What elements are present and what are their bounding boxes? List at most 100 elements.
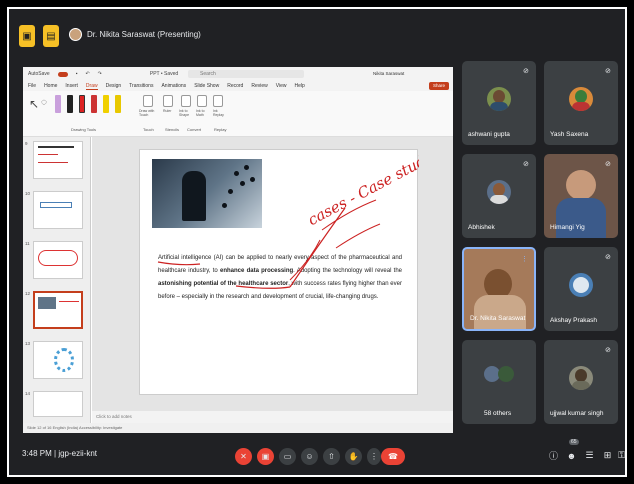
- autosave-label[interactable]: AutoSave: [28, 71, 50, 77]
- autosave-toggle[interactable]: [57, 71, 68, 77]
- others-tile[interactable]: 58 others: [462, 340, 536, 424]
- participant-video: [566, 170, 596, 200]
- ink-to-math-button[interactable]: [197, 95, 207, 107]
- participant-tile[interactable]: ⊘ ujjwal kumar singh: [544, 340, 618, 424]
- slide-thumb-13[interactable]: [33, 341, 83, 379]
- pen-red2-icon[interactable]: [91, 95, 97, 113]
- ink-to-math-label: Ink to Math: [196, 109, 205, 117]
- avatar: [569, 87, 593, 111]
- slide-num: 10: [25, 191, 31, 196]
- menu-help[interactable]: Help: [294, 83, 304, 89]
- slide-thumb-12[interactable]: [33, 291, 83, 329]
- text-bold-2: astonishing potential of the healthcare …: [158, 281, 289, 287]
- present-icon[interactable]: ⇧: [323, 448, 340, 465]
- menu-animations[interactable]: Animations: [161, 83, 186, 89]
- time-text: 3:48 PM: [22, 449, 52, 458]
- mic-off-icon: ⊘: [523, 161, 529, 168]
- slide-thumb-11[interactable]: [33, 241, 83, 279]
- select-tool-icon[interactable]: ↖: [29, 97, 39, 111]
- highlighter-yellow-icon[interactable]: [103, 95, 109, 113]
- ppt-search-input[interactable]: Search: [188, 70, 304, 78]
- top-bar: ▣ ▤ Dr. Nikita Saraswat (Presenting): [9, 9, 625, 53]
- lock-icon[interactable]: ⚿: [615, 449, 625, 462]
- end-call-icon[interactable]: ☎: [381, 448, 405, 465]
- people-icon[interactable]: ☻: [565, 449, 578, 462]
- pen-black-icon[interactable]: [67, 95, 73, 113]
- menu-review[interactable]: Review: [251, 83, 267, 89]
- emoji-icon[interactable]: ☺: [301, 448, 318, 465]
- eraser-icon[interactable]: [55, 95, 61, 113]
- ink-to-shape-label: Ink to Shape: [179, 109, 190, 117]
- ink-to-shape-button[interactable]: [181, 95, 191, 107]
- figure-silhouette: [182, 171, 206, 221]
- undo-icon[interactable]: ↶: [85, 71, 89, 77]
- captions-icon[interactable]: ▭: [279, 448, 296, 465]
- participant-tile[interactable]: ⊘ Akshay Prakash: [544, 247, 618, 331]
- menu-insert[interactable]: Insert: [65, 83, 78, 89]
- participant-tile[interactable]: ⊘ Yash Saxena: [544, 61, 618, 145]
- participant-tile[interactable]: ⊘ Himangi Yig: [544, 154, 618, 238]
- save-icon[interactable]: ▪: [76, 71, 78, 77]
- raise-hand-icon[interactable]: ✋: [345, 448, 362, 465]
- ppt-user-name: Nikita Saraswat: [373, 71, 405, 76]
- shared-screen: AutoSave ▪ ↶ ↷ PPT • Saved Search Nikita…: [23, 67, 453, 433]
- participant-name: Abhishek: [468, 224, 495, 231]
- mic-off-icon[interactable]: ✕: [235, 448, 252, 465]
- highlighter-yellow2-icon[interactable]: [115, 95, 121, 113]
- menu-slideshow[interactable]: Slide Show: [194, 83, 219, 89]
- mic-off-icon: ⊘: [605, 347, 611, 354]
- menu-view[interactable]: View: [276, 83, 287, 89]
- menu-transitions[interactable]: Transitions: [129, 83, 153, 89]
- slide-num: 11: [25, 241, 30, 246]
- ppt-menu-bar: File Home Insert Draw Design Transitions…: [23, 81, 453, 91]
- layout-icon[interactable]: ▤: [43, 25, 59, 47]
- slide-image: [152, 159, 262, 228]
- meet-window: ▣ ▤ Dr. Nikita Saraswat (Presenting) Aut…: [0, 0, 634, 484]
- drawing-tools-label: Drawing Tools: [71, 127, 97, 132]
- stencils-group-label: Stencils: [165, 127, 180, 132]
- participant-tile[interactable]: ⊘ ashwani gupta: [462, 61, 536, 145]
- mic-off-icon: ⊘: [605, 254, 611, 261]
- ppt-title-bar: AutoSave ▪ ↶ ↷ PPT • Saved Search Nikita…: [23, 67, 453, 81]
- avatar: [487, 180, 511, 204]
- lasso-tool-icon[interactable]: ◌: [41, 97, 47, 108]
- info-icon[interactable]: ⓘ: [547, 449, 560, 462]
- ink-replay-label: Ink Replay: [213, 109, 224, 117]
- pip-icon[interactable]: ▣: [19, 25, 35, 47]
- menu-draw[interactable]: Draw: [85, 83, 98, 90]
- chat-icon[interactable]: ☰: [583, 449, 596, 462]
- slide-paragraph: Artificial intelligence (AI) can be appl…: [158, 252, 402, 304]
- slide-num: 13: [25, 341, 31, 346]
- slide-thumb-10[interactable]: [33, 191, 83, 229]
- slide-num: 9: [25, 141, 28, 146]
- menu-home[interactable]: Home: [44, 83, 57, 89]
- slide-num: 12: [25, 291, 31, 296]
- others-count: 58 others: [484, 410, 512, 417]
- pen-red-icon[interactable]: [79, 95, 85, 113]
- ink-replay-button[interactable]: [213, 95, 223, 107]
- menu-design[interactable]: Design: [106, 83, 122, 89]
- current-slide[interactable]: Artificial intelligence (AI) can be appl…: [139, 149, 419, 395]
- activities-icon[interactable]: ⊞: [601, 449, 614, 462]
- participant-name: ashwani gupta: [468, 131, 510, 138]
- mic-off-icon: ⊘: [605, 161, 611, 168]
- more-icon[interactable]: ⋮: [367, 448, 381, 465]
- participant-tile[interactable]: ⊘ Abhishek: [462, 154, 536, 238]
- camera-off-icon[interactable]: ▣: [257, 448, 274, 465]
- menu-file[interactable]: File: [28, 83, 36, 89]
- speaking-icon: ⋮: [521, 256, 528, 263]
- draw-ribbon: ↖ ◌ Drawing Tools Draw with Touch Ruler …: [23, 91, 453, 137]
- ruler-button[interactable]: [163, 95, 173, 107]
- redo-icon[interactable]: ↷: [98, 71, 102, 77]
- slide-thumb-9[interactable]: [33, 141, 83, 179]
- menu-record[interactable]: Record: [227, 83, 243, 89]
- draw-with-touch-button[interactable]: [143, 95, 153, 107]
- presenter-label: Dr. Nikita Saraswat (Presenting): [69, 28, 201, 41]
- presenter-text: Dr. Nikita Saraswat (Presenting): [87, 30, 201, 39]
- notes-pane[interactable]: Click to add notes: [92, 411, 453, 423]
- share-button[interactable]: Share: [429, 82, 449, 90]
- status-bar: Slide 12 of 16 English (India) Accessibi…: [23, 423, 453, 433]
- participant-tile-speaking[interactable]: ⋮ Dr. Nikita Saraswat: [462, 247, 536, 331]
- slide-thumb-14[interactable]: [33, 391, 83, 417]
- handwriting-text: cases - Case studies: [305, 150, 419, 229]
